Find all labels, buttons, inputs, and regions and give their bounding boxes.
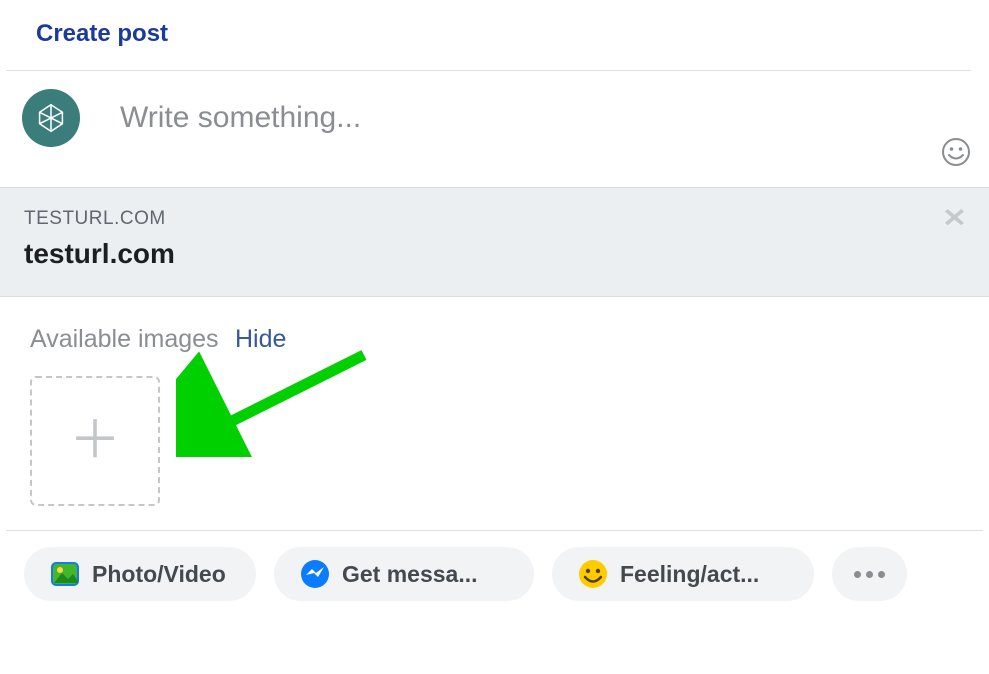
photo-video-label: Photo/Video <box>92 561 226 588</box>
annotation-arrow-icon <box>176 347 376 457</box>
more-icon <box>854 571 885 578</box>
post-actions-row: Photo/Video Get messa... Feeling/act... <box>0 531 989 609</box>
create-post-title: Create post <box>36 20 168 47</box>
add-image-button[interactable]: ＋ <box>30 376 160 506</box>
create-post-card: Create post TESTURL.COM testurl.com <box>0 0 989 609</box>
get-messages-button[interactable]: Get messa... <box>274 547 534 601</box>
available-images-section: Available images Hide ＋ <box>6 297 983 531</box>
get-messages-label: Get messa... <box>342 561 478 588</box>
plus-icon: ＋ <box>69 415 121 467</box>
feeling-activity-button[interactable]: Feeling/act... <box>552 547 814 601</box>
link-preview: TESTURL.COM testurl.com ✕ <box>0 187 989 297</box>
photo-video-button[interactable]: Photo/Video <box>24 547 256 601</box>
emoji-picker-icon[interactable] <box>941 137 971 167</box>
post-text-input[interactable] <box>80 89 967 135</box>
leaf-icon <box>32 99 70 137</box>
card-header: Create post <box>6 0 971 71</box>
preview-title: testurl.com <box>24 238 965 270</box>
close-icon[interactable]: ✕ <box>942 206 967 232</box>
compose-row <box>0 71 989 187</box>
more-actions-button[interactable] <box>832 547 907 601</box>
photo-icon <box>50 559 80 589</box>
avatar[interactable] <box>22 89 80 147</box>
feeling-icon <box>578 559 608 589</box>
preview-domain: TESTURL.COM <box>24 208 965 230</box>
feeling-activity-label: Feeling/act... <box>620 561 759 588</box>
messenger-icon <box>300 559 330 589</box>
